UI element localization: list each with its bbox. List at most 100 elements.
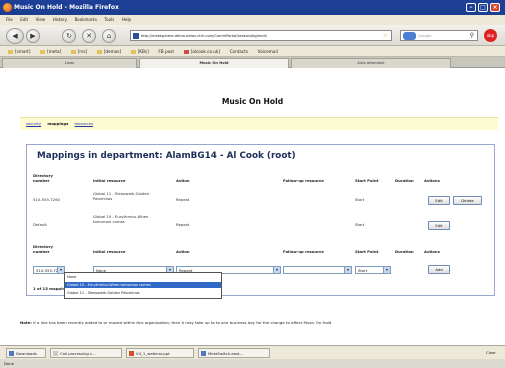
reload-icon[interactable]: ↻ [62,29,76,43]
status-text: Done [4,361,14,366]
search-icon[interactable]: ⚲ [470,31,474,41]
row-2-edit-button[interactable]: Edit [428,221,450,230]
tab-auto-attendant[interactable]: Auto attendant [291,58,451,68]
bookmarks-toolbar: [smart] [meta] [rss] [demos] [KBs] FB po… [0,46,505,57]
nav-security-link[interactable]: security [26,121,41,126]
powerpoint-icon [129,351,134,356]
menu-help[interactable]: Help [122,15,131,25]
back-icon[interactable]: ◀ [6,28,24,44]
navigation-toolbar: ◀ ▶ ↻ ✕ ⌂ http://metasphere.demo.netas-c… [0,25,505,46]
search-input[interactable]: Google ⚲ [400,30,478,41]
folder-icon [183,49,189,54]
home-icon[interactable]: ⌂ [102,29,116,43]
search-placeholder: Google [418,33,432,38]
bookmark-item[interactable]: [alcook.co.uk] [183,46,220,57]
row-1-number: 510-555-7260 [33,197,60,202]
url-text: http://metasphere.demo.netas-ctrh.com/Co… [141,34,268,38]
chevron-down-icon: ▾ [344,267,351,273]
url-bar[interactable]: http://metasphere.demo.netas-ctrh.com/Co… [130,30,392,41]
addon-icon[interactable]: abp [484,29,497,42]
page-content: Music On Hold security mappings resource… [0,68,505,345]
nav-mappings-link: mappings [47,121,69,126]
folder-icon [70,49,76,54]
stop-icon[interactable]: ✕ [82,29,96,43]
bookmark-star-icon[interactable]: ☆ [383,31,388,41]
bookmark-item[interactable]: Voicemail [258,46,278,57]
close-icon[interactable]: × [490,3,500,12]
bookmark-item[interactable]: FB post [158,46,174,57]
menu-bookmarks[interactable]: Bookmarks [75,15,97,25]
folder-icon [130,49,136,54]
row-2-initial-resource: Global 10 - Eurythmics-When tomorrow com… [93,214,149,224]
clear-downloads-button[interactable]: Clear [486,349,496,357]
add-mapping-button[interactable]: Add [428,265,450,274]
row-1-initial-resource: Global 11 - Sleepwalk-Golden Palominos [93,191,150,201]
row-1-delete-button[interactable]: Delete [453,196,482,205]
downloads-button[interactable]: Downloads [6,348,46,358]
search-engine-icon[interactable] [403,32,416,40]
header-initial-resource-2: Initial resource [93,249,126,254]
maximize-icon[interactable]: □ [478,3,488,12]
page-title: Music On Hold [221,97,284,106]
forward-icon[interactable]: ▶ [26,29,40,43]
download-item[interactable]: MetaSwitch-east... [198,348,270,358]
menu-edit[interactable]: Edit [20,15,28,25]
chevron-down-icon: ▾ [273,267,280,273]
header-start-point-2: Start Point [355,249,379,254]
dropdown-option[interactable]: Global 11 - Sleepwalk-Golden Palominos [65,290,221,297]
chevron-down-icon: ▾ [383,267,390,273]
header-start-point: Start Point [355,178,379,183]
header-duration-2: Duration [395,249,414,254]
row-1-edit-button[interactable]: Edit [428,196,450,205]
header-action: Action [176,178,190,183]
header-directory-number: Directory number [33,173,53,183]
minimize-icon[interactable]: – [466,3,476,12]
tab-music-on-hold[interactable]: Music On Hold [139,58,289,68]
nav-resources-link[interactable]: resources [75,121,93,126]
firefox-icon [3,3,12,12]
note-body: If a line has been recently added to or … [33,320,332,325]
file-icon [53,351,58,356]
bookmark-item[interactable]: [KBs] [130,46,149,57]
menu-tools[interactable]: Tools [105,15,115,25]
folder-icon [96,49,102,54]
window-title: Music On Hold - Mozilla Firefox [14,4,119,11]
directory-number-select[interactable]: 510-555-7260 ▾ [33,266,65,274]
tab-strip: Lines Music On Hold Auto attendant [0,57,505,68]
dropdown-option[interactable]: None [65,274,221,281]
bookmark-item[interactable]: [smart] [8,46,30,57]
header-actions-2: Actions [424,249,440,254]
header-duration: Duration [395,178,414,183]
dropdown-option-highlighted[interactable]: Global 10 - Eurythmics-When tomorrow com… [65,281,221,288]
row-2-action: Repeat [176,222,190,227]
tab-lines[interactable]: Lines [2,58,137,68]
mappings-heading: Mappings in department: AlamBG14 - Al Co… [37,151,296,161]
download-item[interactable]: Call processing c... [50,348,122,358]
note-label: Note: [20,320,32,325]
download-item[interactable]: V4_1_webinar.ppt [126,348,194,358]
header-actions: Actions [424,178,440,183]
bookmark-item[interactable]: [demos] [96,46,121,57]
folder-icon [8,49,13,54]
row-2-start-point: Start [355,222,365,227]
bookmark-item[interactable]: [meta] [40,46,61,57]
file-icon [201,351,206,356]
bookmark-item[interactable]: [rss] [70,46,87,57]
header-initial-resource: Initial resource [93,178,126,183]
menu-bar: File Edit View History Bookmarks Tools H… [0,15,505,25]
chevron-down-icon: ▾ [57,267,64,273]
menu-file[interactable]: File [6,15,13,25]
row-2-number: Default [33,222,47,227]
follow-up-resource-select[interactable]: ▾ [283,266,352,274]
start-point-select[interactable]: Start ▾ [355,266,391,274]
download-icon [9,351,14,356]
downloads-bar: Downloads Call processing c... V4_1_webi… [0,345,505,359]
initial-resource-dropdown-list[interactable]: None Global 10 - Eurythmics-When tomorro… [64,272,222,299]
folder-icon [40,49,46,54]
bookmark-item[interactable]: Contacts [230,46,248,57]
header-follow-up-resource-2: Follow-up resource [283,249,324,254]
header-action-2: Action [176,249,190,254]
menu-history[interactable]: History [53,15,67,25]
menu-view[interactable]: View [36,15,46,25]
window-title-bar: Music On Hold - Mozilla Firefox – □ × [0,0,505,15]
